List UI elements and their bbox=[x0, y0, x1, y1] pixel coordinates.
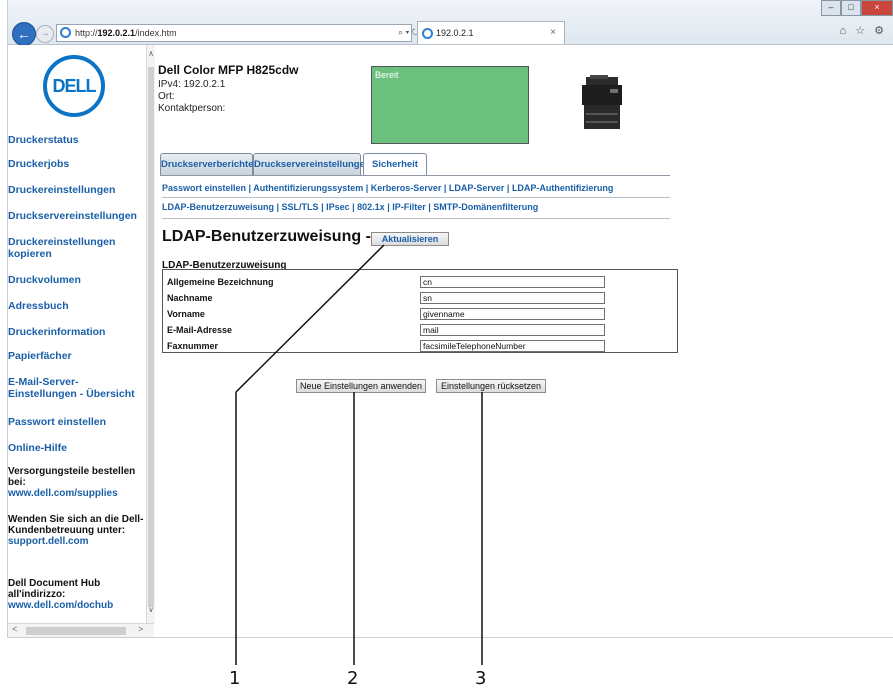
link-ipsec[interactable]: IPsec bbox=[326, 202, 350, 212]
tab-title: 192.0.2.1 bbox=[436, 28, 474, 38]
security-links-row2: LDAP-Benutzerzuweisung | SSL/TLS | IPsec… bbox=[162, 202, 539, 212]
callout-number-3: 3 bbox=[475, 668, 487, 689]
sidebar-item-kopieren[interactable]: Druckereinstellungen kopieren bbox=[8, 236, 146, 260]
ldap-mapping-panel: Allgemeine Bezeichnung cn Nachname sn Vo… bbox=[162, 269, 678, 353]
link-ssl-tls[interactable]: SSL/TLS bbox=[282, 202, 319, 212]
support-note: Wenden Sie sich an die Dell-Kundenbetreu… bbox=[8, 514, 146, 547]
forward-button[interactable]: → bbox=[36, 25, 54, 43]
supplies-note: Versorgungsteile bestellen bei: www.dell… bbox=[8, 466, 146, 499]
link-ldap-server[interactable]: LDAP-Server bbox=[449, 183, 505, 193]
field-row: Allgemeine Bezeichnung cn bbox=[167, 276, 675, 291]
address-bar[interactable]: http://192.0.2.1/index.htm bbox=[56, 24, 412, 42]
field-label: Nachname bbox=[167, 293, 213, 303]
links-divider-2 bbox=[162, 218, 670, 219]
link-passwort-einstellen[interactable]: Passwort einstellen bbox=[162, 183, 246, 193]
browser-tab[interactable]: 192.0.2.1 × bbox=[417, 21, 565, 44]
browser-window: ← → http://192.0.2.1/index.htm ⌕ ▾ ↻ 192… bbox=[8, 0, 893, 637]
sidebar-item-druckereinstellungen[interactable]: Druckereinstellungen bbox=[8, 184, 146, 196]
sidebar-horizontal-scrollbar[interactable]: < > bbox=[8, 623, 154, 637]
email-field[interactable]: mail bbox=[420, 324, 605, 336]
security-links-row1: Passwort einstellen | Authentifizierungs… bbox=[162, 183, 614, 193]
sidebar-item-papierfaecher[interactable]: Papierfächer bbox=[8, 350, 146, 362]
sidebar-item-druckerinformation[interactable]: Druckerinformation bbox=[8, 326, 146, 338]
sidebar-item-druckerstatus[interactable]: Druckerstatus bbox=[8, 134, 146, 146]
dochub-text: Dell Document Hub all'indirizzo: bbox=[8, 578, 101, 600]
fax-number-field[interactable]: facsimileTelephoneNumber bbox=[420, 340, 605, 352]
link-authentifizierungssystem[interactable]: Authentifizierungssystem bbox=[253, 183, 363, 193]
close-button[interactable]: × bbox=[861, 0, 893, 16]
tab-close-icon[interactable]: × bbox=[550, 22, 556, 44]
given-name-field[interactable]: givenname bbox=[420, 308, 605, 320]
common-name-field[interactable]: cn bbox=[420, 276, 605, 288]
status-panel: Bereit bbox=[371, 66, 529, 144]
printer-icon bbox=[582, 75, 622, 129]
printer-model: Dell Color MFP H825cdw bbox=[158, 63, 299, 77]
main-content: Dell Color MFP H825cdw IPv4: 192.0.2.1 O… bbox=[154, 45, 893, 637]
dell-logo: DELL bbox=[43, 55, 105, 117]
support-link[interactable]: support.dell.com bbox=[8, 536, 146, 547]
link-8021x[interactable]: 802.1x bbox=[357, 202, 385, 212]
field-row: E-Mail-Adresse mail bbox=[167, 324, 675, 339]
address-url: http://192.0.2.1/index.htm bbox=[75, 28, 177, 38]
support-text: Wenden Sie sich an die Dell-Kundenbetreu… bbox=[8, 514, 144, 536]
link-ip-filter[interactable]: IP-Filter bbox=[392, 202, 426, 212]
field-row: Faxnummer facsimileTelephoneNumber bbox=[167, 340, 675, 355]
reset-button[interactable]: Einstellungen rücksetzen bbox=[436, 379, 546, 393]
callout-number-1: 1 bbox=[229, 668, 241, 689]
field-label: Faxnummer bbox=[167, 341, 219, 351]
minimize-button[interactable]: – bbox=[821, 0, 841, 16]
field-label: Allgemeine Bezeichnung bbox=[167, 277, 274, 287]
link-smtp-domaenenfilterung[interactable]: SMTP-Domänenfilterung bbox=[433, 202, 538, 212]
dochub-link[interactable]: www.dell.com/dochub bbox=[8, 600, 146, 611]
tab-divider bbox=[160, 175, 670, 176]
page-title: LDAP-Benutzerzuweisung - bbox=[162, 228, 371, 245]
printer-contact: Kontaktperson: bbox=[158, 103, 226, 114]
apply-button[interactable]: Neue Einstellungen anwenden bbox=[296, 379, 426, 393]
scroll-left-icon[interactable]: < bbox=[12, 624, 17, 634]
sidebar-item-online-hilfe[interactable]: Online-Hilfe bbox=[8, 442, 146, 454]
printer-location: Ort: bbox=[158, 91, 175, 102]
scroll-right-icon[interactable]: > bbox=[138, 624, 143, 634]
tab-sicherheit[interactable]: Sicherheit bbox=[363, 153, 427, 176]
sidebar: DELL Druckerstatus Druckerjobs Druckerei… bbox=[8, 45, 146, 623]
sidebar-item-druckerjobs[interactable]: Druckerjobs bbox=[8, 158, 146, 170]
hscroll-thumb[interactable] bbox=[26, 627, 126, 635]
home-star-gear-icons[interactable]: ⌂ ☆ ⚙ bbox=[840, 24, 887, 37]
tab-druckservereinstellungen[interactable]: Druckservereinstellungen bbox=[253, 153, 371, 175]
link-kerberos-server[interactable]: Kerberos-Server bbox=[371, 183, 442, 193]
field-label: Vorname bbox=[167, 309, 205, 319]
link-ldap-benutzerzuweisung[interactable]: LDAP-Benutzerzuweisung bbox=[162, 202, 274, 212]
supplies-link[interactable]: www.dell.com/supplies bbox=[8, 488, 146, 499]
links-divider-1 bbox=[162, 197, 670, 198]
callout-number-2: 2 bbox=[347, 668, 359, 689]
sidebar-item-adressbuch[interactable]: Adressbuch bbox=[8, 300, 146, 312]
surname-field[interactable]: sn bbox=[420, 292, 605, 304]
supplies-text: Versorgungsteile bestellen bei: bbox=[8, 466, 136, 488]
refresh-button[interactable]: Aktualisieren bbox=[371, 232, 449, 246]
back-button[interactable]: ← bbox=[12, 22, 36, 46]
link-ldap-authentifizierung[interactable]: LDAP-Authentifizierung bbox=[512, 183, 614, 193]
tab-ie-icon bbox=[422, 28, 433, 39]
field-row: Vorname givenname bbox=[167, 308, 675, 323]
sidebar-item-email-server[interactable]: E-Mail-Server-Einstellungen - Übersicht bbox=[8, 376, 146, 400]
sidebar-item-druckservereinstellungen[interactable]: Druckservereinstellungen bbox=[8, 210, 146, 222]
browser-chrome: ← → http://192.0.2.1/index.htm ⌕ ▾ ↻ 192… bbox=[8, 0, 893, 46]
sidebar-item-passwort[interactable]: Passwort einstellen bbox=[8, 416, 146, 428]
dochub-note: Dell Document Hub all'indirizzo: www.del… bbox=[8, 578, 146, 611]
tab-druckserverberichte[interactable]: Druckserverberichte bbox=[160, 153, 253, 175]
field-row: Nachname sn bbox=[167, 292, 675, 307]
ie-icon bbox=[60, 27, 71, 38]
window-controls: – □ × bbox=[821, 0, 893, 16]
sidebar-item-druckvolumen[interactable]: Druckvolumen bbox=[8, 274, 146, 286]
field-label: E-Mail-Adresse bbox=[167, 325, 233, 335]
maximize-button[interactable]: □ bbox=[841, 0, 861, 16]
printer-ipv4: IPv4: 192.0.2.1 bbox=[158, 79, 226, 90]
